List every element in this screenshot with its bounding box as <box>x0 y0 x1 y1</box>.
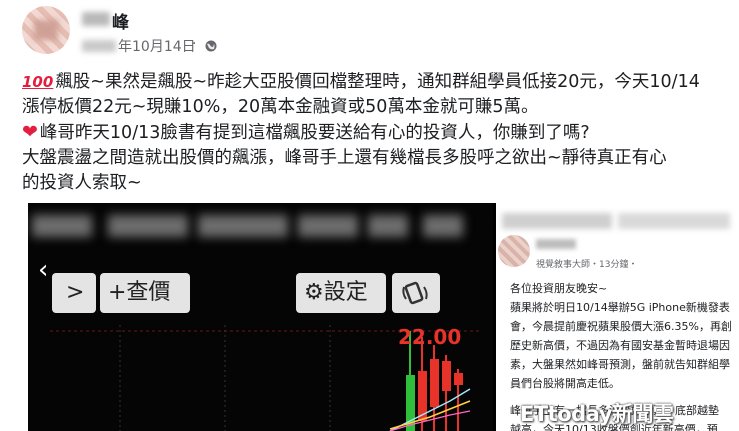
blurred-header <box>28 209 488 249</box>
ettoday-watermark: ETtoday新聞雲 <box>520 402 674 426</box>
query-button: +查價 <box>108 280 171 305</box>
settings-button: ⚙設定 <box>304 280 368 305</box>
post-line-3: ❤ 峰哥昨天10/13臉書有提到這檔飆股要送給有心的投資人，你賺到了嗎? <box>22 121 590 143</box>
blurred-header-left <box>502 213 612 229</box>
limit-price-label: 22.00 <box>398 325 462 349</box>
post-line-5: 的投資人索取~ <box>22 173 142 193</box>
blurred-header-right <box>618 213 730 229</box>
query-button-box: +查價 <box>100 273 190 313</box>
hundred-points-icon: 100 <box>22 73 54 91</box>
screenshot-line: 會，今晨提前慶祝蘋果股價大漲6.35%，再創 <box>510 320 732 333</box>
post-date[interactable]: 年10月14日 <box>118 36 196 56</box>
globe-icon <box>205 40 217 52</box>
screenshot-line: 歷史新高價，不過因為有國安基金暫時退場因 <box>510 339 730 352</box>
post-line-4: 大盤震盪之間造就出股價的飆漲，峰哥手上還有幾檔長多股呼之欲出~靜待真正有心 <box>22 148 667 168</box>
author-name-blur <box>82 12 110 26</box>
post-body: 100 飆股~果然是飆股~昨趁大亞股價回檔整理時，通知群組學員低接20元，今天10… <box>22 70 727 196</box>
post-line-2: 漲停板價22元~現賺10%，20萬本金融資或50萬本金就可賺5萬。 <box>22 97 539 117</box>
date-separator: · <box>192 36 197 52</box>
author-name[interactable]: 峰 <box>112 8 129 33</box>
date-blur <box>82 40 116 52</box>
arrow-button: > <box>66 280 85 305</box>
screenshot-meta: 視覺敘事大師・13分鐘・ <box>536 260 638 270</box>
settings-button-box: ⚙設定 <box>296 273 386 313</box>
facebook-post-screenshot: 視覺敘事大師・13分鐘・ 各位投資朋友晚安~ 蘋果將於明日10/14舉辦5G i… <box>496 203 739 431</box>
screenshot-avatar <box>498 235 530 267</box>
post-header: 峰 年10月14日 · <box>0 0 739 66</box>
rotate-button-box <box>392 273 440 313</box>
trading-app-screenshot: ‹ > +查價 ⚙設定 22.00 <box>28 203 493 431</box>
post-photo[interactable]: ‹ > +查價 ⚙設定 22.00 視覺敘事大師・13分鐘・ 各位投資朋友晚安~… <box>28 203 739 431</box>
screenshot-line: 員們台股將開高走低。 <box>510 377 620 390</box>
post-line-1: 100 飆股~果然是飆股~昨趁大亞股價回檔整理時，通知群組學員低接20元，今天10… <box>22 72 700 92</box>
rotate-icon <box>402 281 428 305</box>
screenshot-name-blur <box>536 239 576 249</box>
screenshot-line: 蘋果將於明日10/14舉辦5G iPhone新機發表 <box>510 301 730 314</box>
screenshot-line: 素，大盤果然如峰哥預測，盤前就告知群組學 <box>510 358 730 371</box>
author-avatar[interactable] <box>22 6 70 54</box>
arrow-button-box: > <box>52 273 96 313</box>
back-chevron-icon: ‹ <box>38 255 49 285</box>
heart-icon: ❤ <box>22 121 38 143</box>
screenshot-line: 各位投資朋友晚安~ <box>510 282 608 295</box>
